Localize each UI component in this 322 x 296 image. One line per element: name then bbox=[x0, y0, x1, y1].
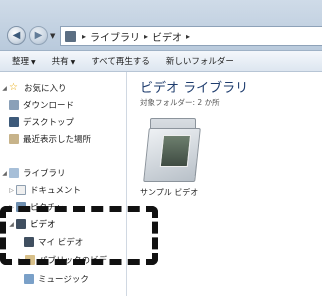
expanded-caret-icon[interactable]: ◢ bbox=[0, 170, 9, 177]
nav-item-music[interactable]: ミュージック bbox=[24, 271, 89, 287]
breadcrumb-videos[interactable]: ビデオ bbox=[150, 29, 184, 44]
share-label: 共有 bbox=[51, 57, 69, 67]
music-icon bbox=[24, 274, 34, 284]
library-locations[interactable]: 対象フォルダー: 2 か所 bbox=[140, 97, 220, 108]
nav-label: デスクトップ bbox=[23, 118, 75, 128]
video-thumbnail-icon bbox=[159, 135, 192, 167]
video-folder-item[interactable] bbox=[143, 118, 201, 182]
nav-label: ミュージック bbox=[38, 275, 89, 285]
folder-label[interactable]: サンプル ビデオ bbox=[140, 187, 198, 198]
desktop-icon bbox=[9, 117, 19, 127]
nav-item-downloads[interactable]: ダウンロード bbox=[9, 97, 74, 113]
nav-item-recent[interactable]: 最近表示した場所 bbox=[9, 131, 91, 147]
nav-label: お気に入り bbox=[24, 84, 67, 94]
history-dropdown-icon[interactable]: ▼ bbox=[50, 32, 55, 40]
collapsed-caret-icon[interactable]: ▷ bbox=[7, 187, 16, 194]
nav-label: ドキュメント bbox=[30, 186, 82, 196]
nav-item-documents[interactable]: ▷ ドキュメント bbox=[7, 182, 81, 198]
recent-places-icon bbox=[9, 134, 19, 144]
star-icon: ☆ bbox=[9, 82, 18, 93]
expanded-caret-icon[interactable]: ◢ bbox=[0, 85, 9, 92]
library-icon bbox=[65, 30, 76, 42]
breadcrumb-separator-icon[interactable]: ▸ bbox=[142, 32, 150, 41]
dropdown-arrow-icon: ▼ bbox=[31, 59, 36, 66]
nav-item-desktop[interactable]: デスクトップ bbox=[9, 114, 74, 130]
dropdown-arrow-icon: ▼ bbox=[70, 59, 76, 66]
organize-label: 整理 bbox=[12, 57, 30, 67]
back-arrow-icon: ◀ bbox=[12, 30, 21, 41]
downloads-folder-icon bbox=[9, 100, 19, 110]
back-button[interactable]: ◀ bbox=[7, 26, 26, 45]
library-title: ビデオ ライブラリ bbox=[140, 81, 249, 96]
documents-icon bbox=[16, 185, 26, 195]
nav-label: ライブラリ bbox=[23, 169, 66, 179]
breadcrumb-separator-icon[interactable]: ▸ bbox=[80, 32, 88, 41]
breadcrumb-separator-icon[interactable]: ▸ bbox=[184, 32, 192, 41]
organize-menu[interactable]: 整理 ▼ bbox=[0, 55, 44, 67]
new-folder-button[interactable]: 新しいフォルダー bbox=[158, 55, 242, 67]
address-box[interactable]: ▸ ライブラリ ▸ ビデオ ▸ bbox=[60, 26, 322, 46]
address-bar-area: ◀ ▶ ▼ ▸ ライブラリ ▸ ビデオ ▸ bbox=[0, 0, 322, 51]
play-all-button[interactable]: すべて再生する bbox=[83, 55, 158, 67]
explorer-window: ◀ ▶ ▼ ▸ ライブラリ ▸ ビデオ ▸ 整理 ▼ 共有 ▼ すべて再生する 新し… bbox=[0, 0, 322, 296]
forward-arrow-icon: ▶ bbox=[34, 30, 43, 41]
nav-item-libraries[interactable]: ◢ ライブラリ bbox=[0, 165, 66, 181]
content-pane: ビデオ ライブラリ 対象フォルダー: 2 か所 サンプル ビデオ bbox=[128, 72, 322, 296]
breadcrumb-libraries[interactable]: ライブラリ bbox=[88, 29, 142, 44]
nav-item-favorites[interactable]: ◢ ☆ お気に入り bbox=[0, 80, 67, 96]
share-menu[interactable]: 共有 ▼ bbox=[44, 55, 84, 67]
nav-label: ダウンロード bbox=[23, 101, 75, 111]
libraries-icon bbox=[9, 168, 19, 178]
forward-button[interactable]: ▶ bbox=[29, 26, 48, 45]
nav-label: 最近表示した場所 bbox=[23, 135, 92, 145]
folder-front-icon bbox=[143, 128, 201, 182]
command-bar: 整理 ▼ 共有 ▼ すべて再生する 新しいフォルダー bbox=[0, 51, 322, 72]
